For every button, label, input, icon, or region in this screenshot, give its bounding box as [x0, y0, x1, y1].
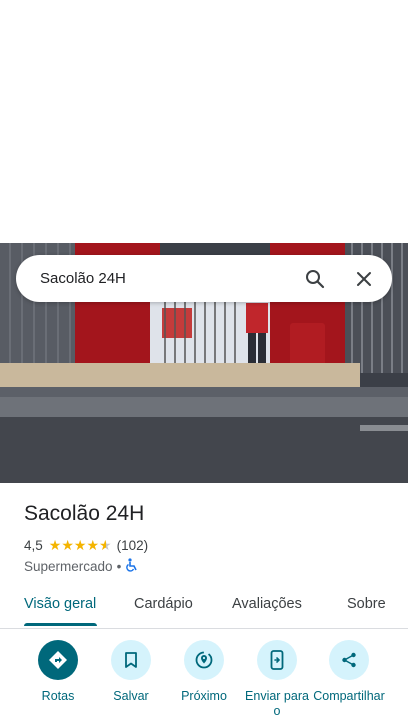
search-bar[interactable]: Sacolão 24H	[16, 255, 392, 302]
star-icon: ★	[73, 537, 87, 553]
star-half-icon: ★	[99, 537, 112, 553]
nearby-icon	[184, 640, 224, 680]
star-rating: ★ ★ ★ ★ ★	[49, 538, 112, 552]
place-category: Supermercado	[24, 558, 113, 574]
active-tab-indicator	[24, 623, 97, 626]
share-label: Compartilhar	[313, 689, 385, 703]
directions-label: Rotas	[41, 689, 75, 703]
rating-value: 4,5	[24, 537, 43, 553]
search-input[interactable]: Sacolão 24H	[40, 270, 303, 287]
star-icon: ★	[48, 537, 62, 553]
category-separator: •	[116, 558, 122, 574]
send-to-phone-button[interactable]: Enviar para o	[241, 640, 313, 719]
rating-row[interactable]: 4,5 ★ ★ ★ ★ ★ (102)	[24, 536, 148, 554]
category-row: Supermercado •	[24, 557, 138, 575]
send-to-phone-label: Enviar para o	[245, 689, 309, 718]
review-count: (102)	[116, 537, 149, 553]
wheelchair-icon	[125, 557, 138, 575]
tab-cardapio[interactable]: Cardápio	[134, 588, 193, 626]
tab-visao-geral[interactable]: Visão geral	[24, 588, 96, 626]
directions-icon	[38, 640, 78, 680]
save-label: Salvar	[113, 689, 149, 703]
bookmark-icon	[111, 640, 151, 680]
place-title: Sacolão 24H	[24, 502, 145, 525]
star-icon: ★	[86, 537, 100, 553]
nearby-button[interactable]: Próximo	[168, 640, 240, 704]
place-tabs: Visão geral Cardápio Avaliações Sobre	[0, 588, 408, 629]
nearby-label: Próximo	[181, 689, 227, 703]
tab-avaliacoes[interactable]: Avaliações	[232, 588, 302, 626]
blank-map-area	[0, 0, 408, 243]
send-to-phone-icon	[257, 640, 297, 680]
save-button[interactable]: Salvar	[95, 640, 167, 704]
star-icon: ★	[61, 537, 74, 553]
directions-button[interactable]: Rotas	[22, 640, 94, 704]
action-bar: Rotas Salvar Próximo Enviar para o Compa…	[0, 640, 408, 726]
search-icon[interactable]	[303, 267, 327, 291]
tab-sobre[interactable]: Sobre	[347, 588, 386, 626]
share-button[interactable]: Compartilhar	[313, 640, 385, 704]
close-icon[interactable]	[352, 267, 376, 291]
share-icon	[329, 640, 369, 680]
